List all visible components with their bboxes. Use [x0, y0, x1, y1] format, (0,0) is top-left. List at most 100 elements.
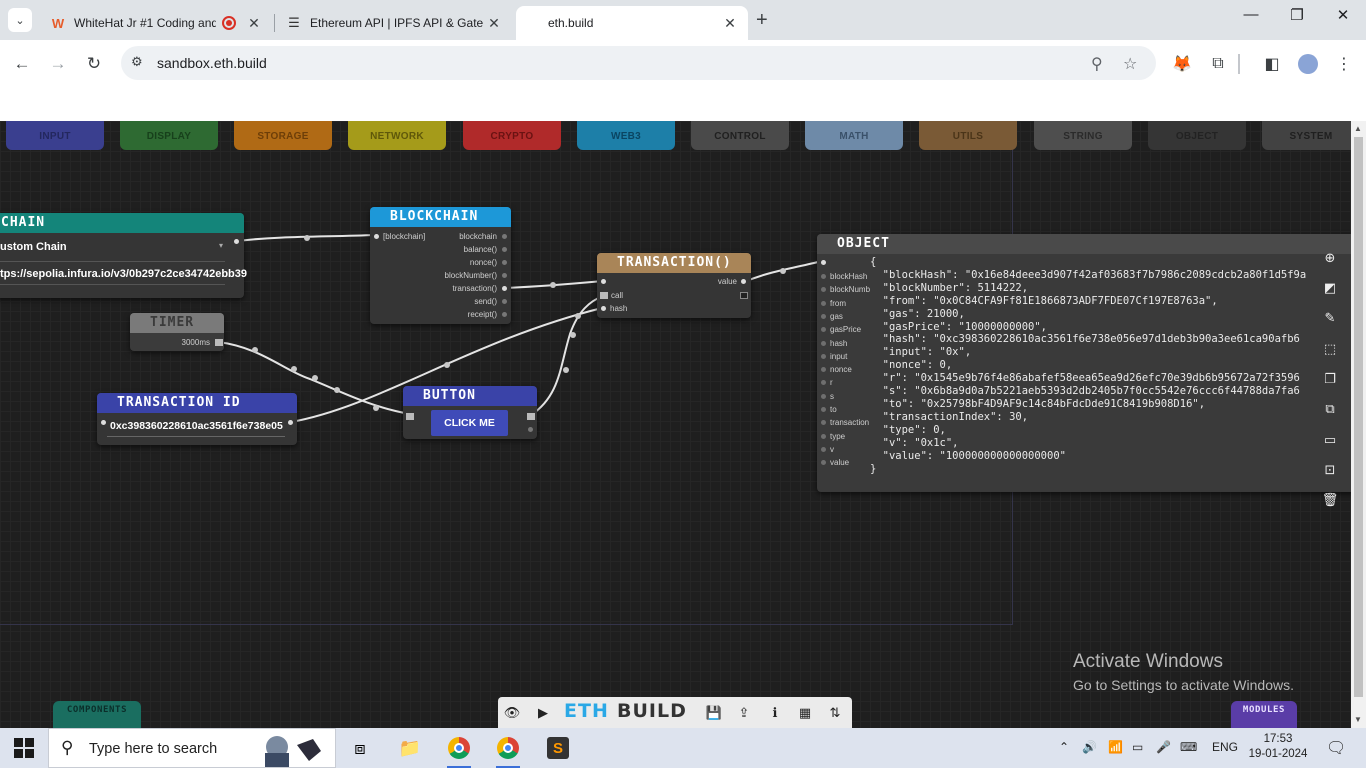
metamask-fox-icon[interactable]: 🦊	[1170, 52, 1194, 76]
input-port[interactable]	[821, 380, 826, 386]
clone-icon[interactable]: ⧉	[1316, 395, 1344, 423]
browser-menu-icon[interactable]: ⋮	[1332, 52, 1356, 76]
play-icon[interactable]: ▶	[533, 703, 553, 723]
output-port[interactable]	[502, 299, 507, 304]
task-view-icon[interactable]: ⧈	[340, 732, 380, 764]
address-bar[interactable]: ⚙ sandbox.eth.build ⚲ ☆	[121, 46, 1156, 80]
restore-button[interactable]: ❐	[1274, 6, 1320, 24]
chrome-icon[interactable]	[439, 732, 479, 768]
input-port[interactable]	[821, 274, 826, 279]
qr-code-icon[interactable]: ▦	[795, 703, 815, 723]
output-port[interactable]	[527, 413, 535, 420]
modules-tab[interactable]: MODULES	[1231, 701, 1297, 728]
plus-circle-icon[interactable]: ⊕	[1316, 244, 1344, 272]
show-hidden-icons-chevron-icon[interactable]: ⌃	[1059, 740, 1069, 754]
input-port[interactable]	[374, 234, 379, 239]
logo-eth-text[interactable]: ETH	[564, 700, 609, 722]
node-object[interactable]: OBJECT blockHash blockNumb from gas gasPrice…	[817, 234, 1351, 492]
url-text[interactable]: sandbox.eth.build	[157, 55, 267, 71]
language-indicator[interactable]: ENG	[1212, 740, 1238, 754]
tab-infura[interactable]: ☰ Ethereum API | IPFS API & Gate ✕	[276, 6, 512, 40]
battery-icon[interactable]: ▭	[1132, 740, 1143, 754]
input-port[interactable]	[601, 279, 606, 284]
tab-search-button[interactable]: ⌄	[8, 8, 32, 32]
microphone-icon[interactable]: 🎤	[1156, 740, 1171, 754]
resize-icon[interactable]: ◩	[1316, 274, 1344, 302]
select-icon[interactable]: ⬚	[1316, 335, 1344, 363]
close-window-button[interactable]: ✕	[1320, 6, 1366, 24]
output-port[interactable]	[502, 234, 507, 239]
network-select-value[interactable]: ustom Chain	[0, 241, 67, 253]
input-port[interactable]	[821, 367, 826, 373]
node-title[interactable]: TIMER	[130, 313, 224, 333]
network-icon[interactable]: 📶	[1108, 740, 1123, 754]
page-scrollbar[interactable]: ▲ ▼	[1351, 121, 1366, 728]
tab-ethbuild[interactable]: eth.build ✕	[516, 6, 748, 40]
save-icon[interactable]: 💾	[704, 703, 724, 723]
keyboard-icon[interactable]: ⌨	[1180, 740, 1197, 754]
input-port[interactable]	[821, 420, 826, 426]
windows-start-icon[interactable]	[14, 738, 34, 758]
output-port[interactable]	[741, 279, 746, 284]
node-title[interactable]: BLOCKCHAIN	[370, 207, 511, 227]
dropdown-arrow-icon[interactable]: ▾	[219, 241, 223, 250]
eye-icon[interactable]: 👁	[502, 703, 522, 723]
node-button[interactable]: BUTTON CLICK ME	[403, 386, 537, 439]
node-chain[interactable]: CHAIN ustom Chain ▾ tps://sepolia.infura…	[0, 213, 247, 298]
output-port[interactable]	[740, 292, 748, 299]
node-blockchain[interactable]: BLOCKCHAIN [blockchain] blockchain balan…	[370, 207, 511, 324]
node-timer[interactable]: TIMER 3000ms	[130, 313, 224, 351]
reload-button[interactable]: ↻	[80, 50, 108, 78]
output-port[interactable]	[528, 427, 533, 432]
zoom-icon[interactable]: ⚲	[1091, 54, 1103, 74]
site-info-icon[interactable]: ⚙	[131, 54, 143, 70]
output-port[interactable]	[502, 286, 507, 291]
load-icon[interactable]: ⇪	[734, 703, 754, 723]
close-tab-icon[interactable]: ✕	[722, 15, 738, 32]
taskbar-clock[interactable]: 17:53 19-01-2024	[1248, 732, 1308, 762]
volume-icon[interactable]: 🔊	[1082, 740, 1097, 754]
scroll-up-icon[interactable]: ▲	[1354, 124, 1362, 133]
sublime-text-icon[interactable]: S	[538, 732, 578, 764]
input-port[interactable]	[821, 340, 826, 346]
close-tab-icon[interactable]: ✕	[486, 15, 502, 32]
notifications-icon[interactable]: 🗨	[1326, 738, 1346, 758]
file-explorer-icon[interactable]: 📁	[390, 732, 430, 764]
group-icon[interactable]: ⊡	[1316, 456, 1344, 484]
node-canvas[interactable]: INPUT DISPLAY STORAGE NETWORK CRYPTO WEB…	[0, 121, 1351, 728]
input-port[interactable]	[821, 287, 826, 293]
new-tab-button[interactable]: +	[756, 9, 768, 32]
components-tab[interactable]: COMPONENTS	[53, 701, 141, 728]
pencil-icon[interactable]: ✎	[1316, 304, 1344, 332]
extensions-puzzle-icon[interactable]: ⧉	[1206, 52, 1230, 76]
input-port[interactable]	[101, 420, 106, 425]
node-title[interactable]: BUTTON	[403, 386, 537, 406]
node-transaction-id[interactable]: TRANSACTION ID 0xc398360228610ac3561f6e7…	[97, 393, 297, 445]
input-port[interactable]	[406, 413, 414, 420]
output-port[interactable]	[502, 273, 507, 278]
rpc-url-field[interactable]: tps://sepolia.infura.io/v3/0b297c2ce3474…	[0, 268, 247, 280]
copy-icon[interactable]: ❐	[1316, 365, 1344, 393]
click-me-button[interactable]: CLICK ME	[431, 410, 508, 436]
trash-icon[interactable]: 🗑	[1316, 486, 1344, 514]
input-port[interactable]	[821, 300, 826, 306]
tab-whitehat[interactable]: W WhiteHat Jr #1 Coding and ✕	[40, 6, 272, 40]
info-icon[interactable]: ℹ	[765, 703, 785, 723]
node-title[interactable]: TRANSACTION ID	[97, 393, 297, 413]
input-port[interactable]	[821, 407, 826, 412]
input-port[interactable]	[821, 353, 826, 359]
transaction-id-field[interactable]: 0xc398360228610ac3561f6e738e05	[110, 420, 284, 432]
logo-build-text[interactable]: BUILD	[617, 700, 687, 722]
input-port[interactable]	[821, 446, 826, 452]
minimize-button[interactable]: —	[1228, 6, 1274, 23]
swap-icon[interactable]: ⇅	[825, 703, 845, 723]
input-port[interactable]	[821, 327, 826, 333]
node-title[interactable]: TRANSACTION()	[597, 253, 751, 273]
close-tab-icon[interactable]: ✕	[246, 15, 262, 32]
output-port[interactable]	[502, 247, 507, 252]
output-port[interactable]	[288, 420, 293, 425]
input-port[interactable]	[821, 260, 826, 265]
scroll-thumb[interactable]	[1354, 137, 1363, 697]
bookmark-star-icon[interactable]: ☆	[1123, 54, 1137, 74]
taskbar-search-box[interactable]: ⚲ Type here to search	[48, 728, 336, 768]
